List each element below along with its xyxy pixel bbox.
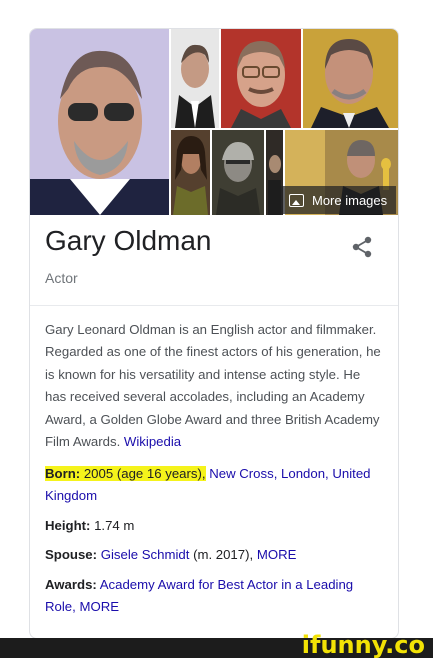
more-images-label: More images: [312, 192, 388, 208]
fact-height: Height: 1.74 m: [45, 515, 385, 537]
gallery-thumbnail[interactable]: [212, 130, 264, 215]
highlight: Born: 2005 (age 16 years),: [45, 466, 206, 481]
entity-title: Gary Oldman: [45, 225, 212, 256]
fact-born: Born: 2005 (age 16 years), New Cross, Lo…: [45, 463, 385, 507]
fact-label: Spouse:: [45, 547, 98, 562]
watermark-logo: ifunny.co: [301, 631, 425, 659]
main-portrait-image[interactable]: [30, 29, 169, 215]
awards-more-link[interactable]: MORE: [79, 599, 119, 614]
knowledge-panel: More images Gary Oldman Actor Gary Leona…: [29, 28, 399, 639]
fact-spouse: Spouse: Gisele Schmidt (m. 2017), MORE: [45, 544, 385, 566]
spouse-more-link[interactable]: MORE: [257, 547, 297, 562]
fact-awards: Awards: Academy Award for Best Actor in …: [45, 574, 385, 618]
description-text: Gary Leonard Oldman is an English actor …: [45, 322, 381, 450]
spouse-detail: (m. 2017),: [193, 547, 254, 562]
born-value: 2005 (age 16 years),: [83, 466, 206, 481]
wikipedia-link[interactable]: Wikipedia: [124, 434, 181, 449]
fact-label: Born:: [45, 466, 81, 481]
fact-label: Awards:: [45, 577, 97, 592]
gallery-thumbnail[interactable]: [303, 29, 398, 128]
section-divider: [30, 305, 398, 306]
height-value: 1.74 m: [94, 518, 135, 533]
gallery-thumbnail[interactable]: [221, 29, 301, 128]
entity-subtitle: Actor: [45, 270, 78, 286]
more-images-button[interactable]: More images: [281, 186, 396, 214]
watermark-bar: ifunny.co: [0, 631, 433, 659]
entity-description: Gary Leonard Oldman is an English actor …: [45, 319, 381, 453]
image-icon: [289, 193, 304, 207]
share-button[interactable]: [349, 234, 375, 260]
share-icon: [352, 236, 372, 258]
gallery-thumbnail[interactable]: [171, 130, 210, 215]
spouse-link[interactable]: Gisele Schmidt: [101, 547, 190, 562]
gallery-thumbnail[interactable]: [171, 29, 219, 128]
fact-label: Height:: [45, 518, 91, 533]
image-gallery: More images: [30, 29, 398, 215]
